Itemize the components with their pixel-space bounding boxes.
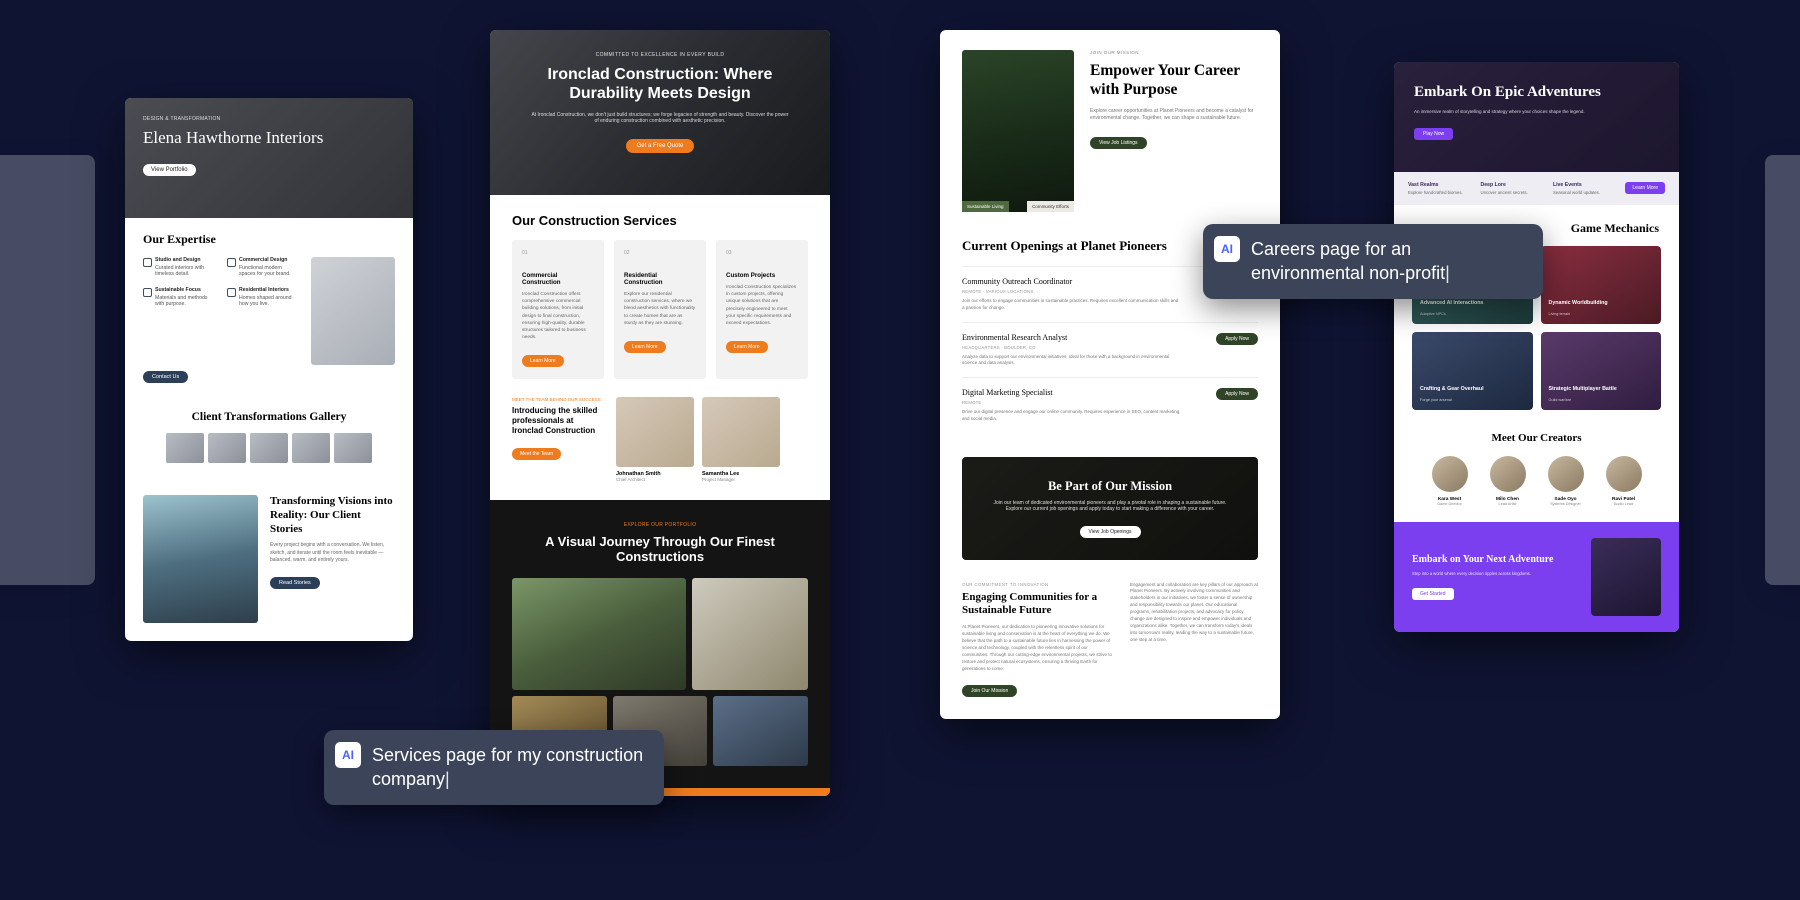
hero-cta[interactable]: View Job Listings [1090,137,1147,149]
prompt-text: Services page for my construction compan… [372,745,643,789]
portfolio-image[interactable] [692,578,808,690]
avatar [1606,456,1642,492]
mechanic-card[interactable]: Strategic Multiplayer BattleGuild warfar… [1541,332,1662,410]
gallery-thumb[interactable] [250,433,288,463]
mission-banner: Be Part of Our Mission Join our team of … [962,457,1258,560]
hero-image: Sustainable Living Community Efforts [962,50,1074,212]
expertise-section: Our Expertise Studio and DesignCurated i… [125,218,413,397]
creator: Milo ChenLead Artist [1484,456,1532,506]
learn-more-button[interactable]: Learn More [522,355,564,367]
feature-cta[interactable]: Learn More [1625,182,1665,194]
service-card: 01 Commercial Construction Ironclad Cons… [512,240,604,379]
learn-more-button[interactable]: Learn More [624,341,666,353]
service-card: 03 Custom Projects Ironclad Construction… [716,240,808,379]
job-listing: Environmental Research Analyst HEADQUART… [962,322,1258,378]
creator: Kara WestGame Director [1426,456,1474,506]
engage-section: OUR COMMITMENT TO INNOVATION Engaging Co… [940,578,1280,719]
photo-tag: Community Efforts [1027,201,1074,212]
apply-button[interactable]: Apply Now [1216,333,1258,345]
ghost-card-right [1765,155,1800,585]
avatar [1432,456,1468,492]
story-cta[interactable]: Read Stories [270,577,320,589]
story-image [143,495,258,623]
story-heading: Transforming Visions into Reality: Our C… [270,495,395,536]
gallery-thumb[interactable] [208,433,246,463]
contact-cta[interactable]: Contact Us [143,371,188,383]
gallery-heading: Client Transformations Gallery [143,411,395,423]
team-section: MEET THE TEAM BEHIND OUR SUCCESS Introdu… [490,397,830,500]
hero-title: Ironclad Construction: Where Durability … [514,66,806,104]
ghost-card-left [0,155,95,585]
feature-strip: Vast RealmsExplore handcrafted biomes. D… [1394,172,1679,205]
hero: Embark On Epic Adventures An immersive r… [1394,62,1679,172]
team-member: Samantha Lee Project Manager [702,397,780,482]
hero-cta[interactable]: View Portfolio [143,164,196,176]
expertise-image [311,257,395,365]
template-card-careers: Sustainable Living Community Efforts JOI… [940,30,1280,719]
job-listing: Digital Marketing Specialist REMOTE Driv… [962,377,1258,433]
ai-prompt-bubble[interactable]: AI Careers page for an environmental non… [1203,224,1543,299]
creators-section: Meet Our Creators Kara WestGame Director… [1394,426,1679,522]
services-section: Our Construction Services 01 Commercial … [490,195,830,397]
mechanic-card[interactable]: Crafting & Gear OverhaulForge your arsen… [1412,332,1533,410]
team-member: Johnathan Smith Chief Architect [616,397,694,482]
hero-title: Empower Your Career with Purpose [1090,61,1258,100]
prompt-text: Careers page for an environmental non-pr… [1251,239,1450,283]
services-heading: Our Construction Services [512,213,808,228]
expertise-heading: Our Expertise [143,232,395,247]
ai-prompt-bubble[interactable]: AI Services page for my construction com… [324,730,664,805]
gallery-thumb[interactable] [292,433,330,463]
template-card-interiors: DESIGN & TRANSFORMATION Elena Hawthorne … [125,98,413,641]
ai-badge-icon: AI [335,742,361,768]
hero: COMMITTED TO EXCELLENCE IN EVERY BUILD I… [490,30,830,195]
portfolio-image[interactable] [512,578,686,690]
story-body: Every project begins with a conversation… [270,542,395,565]
gallery-thumb[interactable] [334,433,372,463]
creator: Ravi PatelAudio Lead [1600,456,1648,506]
template-card-construction: COMMITTED TO EXCELLENCE IN EVERY BUILD I… [490,30,830,796]
service-card: 02 Residential Construction Explore our … [614,240,706,379]
hero-cta[interactable]: Get a Free Quote [626,139,695,153]
ai-badge-icon: AI [1214,236,1240,262]
apply-button[interactable]: Apply Now [1216,388,1258,400]
hero-cta[interactable]: Play Now [1414,128,1453,140]
photo-tag: Sustainable Living [962,201,1009,212]
avatar [1548,456,1584,492]
adventure-cta-section: Embark on Your Next Adventure Step into … [1394,522,1679,632]
avatar [1490,456,1526,492]
hero: Sustainable Living Community Efforts JOI… [940,30,1280,232]
hero-eyebrow: DESIGN & TRANSFORMATION [143,116,395,122]
portfolio-image[interactable] [713,696,808,766]
hero: DESIGN & TRANSFORMATION Elena Hawthorne … [125,98,413,218]
mechanic-card[interactable]: Dynamic WorldbuildingLiving terrain [1541,246,1662,324]
hero-subtitle: At Ironclad Construction, we don't just … [530,112,790,124]
gallery-section: Client Transformations Gallery [125,397,413,477]
engage-cta[interactable]: Join Our Mission [962,685,1017,697]
hero-eyebrow: COMMITTED TO EXCELLENCE IN EVERY BUILD [514,52,806,58]
avatar [616,397,694,467]
creator: Sade OyoSystems Designer [1542,456,1590,506]
avatar [702,397,780,467]
mission-cta[interactable]: View Job Openings [1080,526,1141,538]
learn-more-button[interactable]: Learn More [726,341,768,353]
gallery-thumb[interactable] [166,433,204,463]
adventure-cta[interactable]: Get Started [1412,588,1454,600]
template-card-gaming: Embark On Epic Adventures An immersive r… [1394,62,1679,632]
hero-title: Elena Hawthorne Interiors [143,128,395,148]
adventure-image [1591,538,1661,616]
story-section: Transforming Visions into Reality: Our C… [125,477,413,641]
team-cta[interactable]: Meet the Team [512,448,561,460]
